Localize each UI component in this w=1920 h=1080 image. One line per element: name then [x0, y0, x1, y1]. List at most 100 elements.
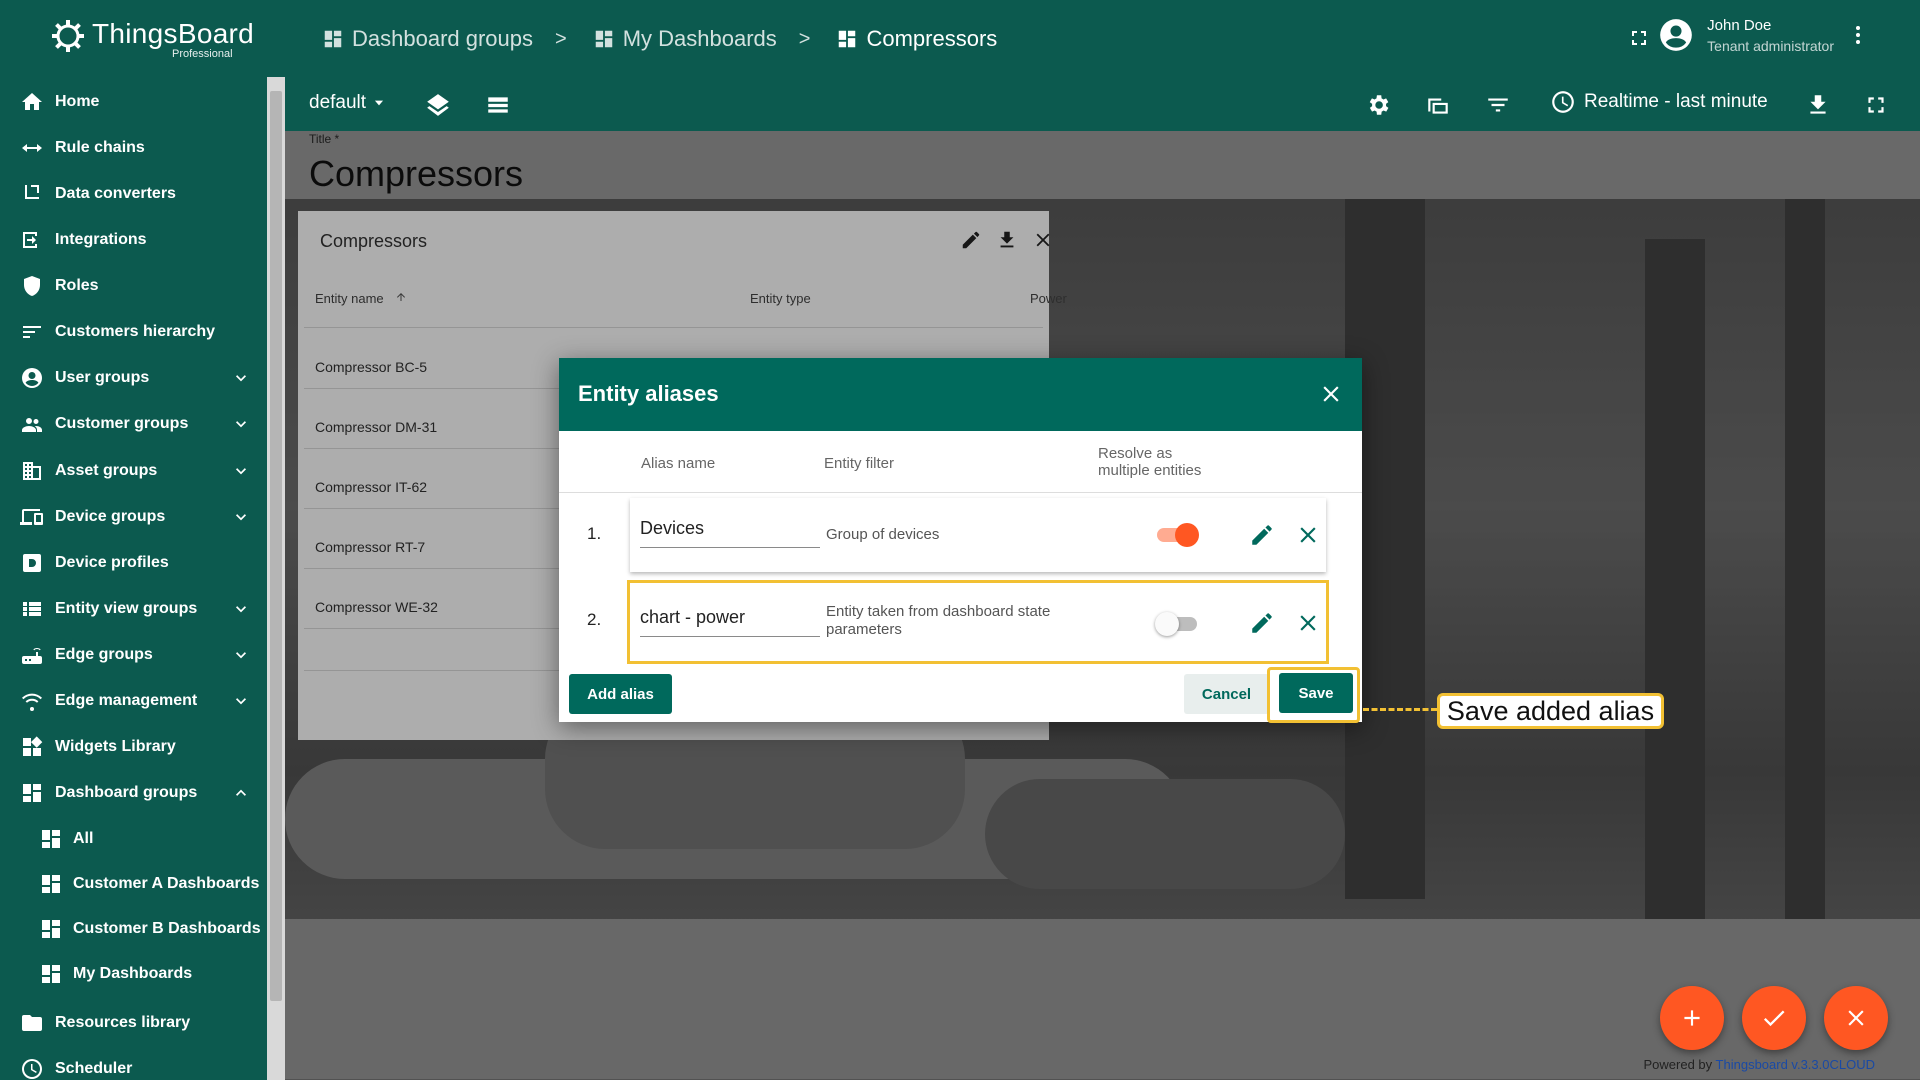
sidebar-item-home[interactable]: Home — [0, 80, 267, 124]
state-label: default — [309, 92, 367, 113]
decline-changes-fab[interactable] — [1824, 986, 1888, 1050]
sidebar-item-device-profiles[interactable]: Device profiles — [0, 541, 267, 585]
chevron-down-icon[interactable] — [231, 507, 251, 527]
state-selector[interactable]: default — [309, 92, 386, 114]
sidebar-item-my-dashboards[interactable]: My Dashboards — [0, 952, 267, 996]
sidebar-item-scheduler[interactable]: Scheduler — [0, 1047, 267, 1080]
device-profile-icon — [23, 554, 41, 572]
logo-subtitle: Professional — [172, 48, 233, 60]
sidebar-item-edge-management[interactable]: Edge management — [0, 679, 267, 723]
add-alias-button[interactable]: Add alias — [569, 674, 672, 714]
breadcrumb-dashboard-groups[interactable]: Dashboard groups — [322, 26, 533, 52]
sidebar-item-customer-a-dashboards[interactable]: Customer A Dashboards — [0, 862, 267, 906]
sidebar-item-resources-library[interactable]: Resources library — [0, 1001, 267, 1045]
logo[interactable]: ThingsBoard Professional — [48, 12, 254, 64]
filter-icon[interactable] — [1485, 92, 1511, 118]
sidebar-item-asset-groups[interactable]: Asset groups — [0, 449, 267, 493]
delete-icon[interactable] — [1295, 610, 1321, 636]
alias-name-input[interactable]: chart - power — [640, 607, 820, 637]
column-header-entity-filter: Entity filter — [824, 455, 895, 472]
chevron-down-icon[interactable] — [231, 414, 251, 434]
breadcrumb-label: Compressors — [866, 26, 998, 51]
widgets-icon — [23, 736, 43, 756]
alias-index: 1. — [587, 524, 602, 543]
delete-icon[interactable] — [1295, 522, 1321, 548]
chevron-down-icon[interactable] — [231, 368, 251, 388]
hierarchy-icon — [23, 326, 41, 338]
sidebar-scrollbar[interactable] — [267, 77, 285, 1080]
timewindow-selector[interactable]: Realtime - last minute — [1550, 89, 1768, 115]
account-circle-icon — [1660, 19, 1692, 51]
sidebar-item-entity-view-groups[interactable]: Entity view groups — [0, 587, 267, 631]
sidebar-item-label: Device groups — [55, 508, 166, 525]
add-widget-fab[interactable] — [1660, 986, 1724, 1050]
integrations-icon — [23, 232, 37, 248]
sidebar-item-label: Roles — [55, 277, 99, 294]
check-icon — [1763, 1010, 1785, 1027]
resolve-multiple-toggle[interactable] — [1157, 523, 1199, 547]
dashboard-icon — [595, 30, 612, 48]
alias-entity-filter[interactable]: Entity taken from dashboard state parame… — [826, 603, 1050, 639]
save-button[interactable]: Save — [1279, 673, 1353, 713]
top-bar: ThingsBoard Professional Dashboard group… — [0, 0, 1920, 77]
fullscreen-icon[interactable] — [1863, 92, 1889, 118]
sidebar-item-label: All — [73, 830, 94, 847]
sidebar-item-widgets-library[interactable]: Widgets Library — [0, 725, 267, 769]
sidebar-item-rule-chains[interactable]: Rule chains — [0, 126, 267, 170]
resolve-multiple-toggle[interactable] — [1155, 612, 1197, 636]
chevron-down-icon[interactable] — [231, 461, 251, 481]
dashboard-icon — [23, 784, 41, 802]
wifi-icon — [22, 693, 42, 711]
edit-icon[interactable] — [1249, 522, 1275, 548]
sidebar-item-user-groups[interactable]: User groups — [0, 356, 267, 400]
sidebar-item-customer-b-dashboards[interactable]: Customer B Dashboards — [0, 907, 267, 951]
settings-icon[interactable] — [1365, 92, 1391, 118]
powered-by-link[interactable]: Thingsboard v.3.3.0CLOUD — [1716, 1057, 1875, 1072]
sidebar-item-dashboard-groups[interactable]: Dashboard groups — [0, 771, 267, 815]
dashboard-icon — [42, 830, 60, 848]
sidebar-item-label: Resources library — [55, 1014, 191, 1031]
fullscreen-icon[interactable] — [1627, 26, 1651, 50]
sidebar-item-all[interactable]: All — [0, 817, 267, 861]
breadcrumb-my-dashboards[interactable]: My Dashboards — [593, 26, 777, 52]
sidebar-item-customers-hierarchy[interactable]: Customers hierarchy — [0, 310, 267, 354]
sidebar-item-data-converters[interactable]: Data converters — [0, 172, 267, 216]
alias-entity-filter[interactable]: Group of devices — [826, 526, 939, 544]
edit-icon[interactable] — [1249, 610, 1275, 636]
scrollbar-thumb[interactable] — [270, 91, 282, 1001]
apply-changes-fab[interactable] — [1742, 986, 1806, 1050]
download-icon[interactable] — [1805, 92, 1831, 118]
alias-name-input[interactable]: Devices — [640, 518, 820, 548]
user-menu[interactable]: John Doe Tenant administrator — [1657, 16, 1870, 54]
layers-icon[interactable] — [425, 92, 451, 118]
sidebar-item-device-groups[interactable]: Device groups — [0, 495, 267, 539]
sidebar-item-customer-groups[interactable]: Customer groups — [0, 402, 267, 446]
sidebar-item-edge-groups[interactable]: Edge groups — [0, 633, 267, 677]
callout-connector — [1363, 708, 1437, 711]
chevron-down-icon[interactable] — [231, 599, 251, 619]
more-vert-icon[interactable] — [1846, 23, 1870, 47]
sidebar: Home Rule chains Data converters Integratio… — [0, 77, 267, 1080]
logo-name: ThingsBoard — [92, 18, 255, 49]
dialog-header: Entity aliases — [559, 358, 1362, 431]
shield-icon — [24, 276, 40, 296]
dashboard-icon — [324, 30, 342, 48]
powered-by: Powered by Thingsboard v.3.3.0CLOUD — [1643, 1057, 1875, 1072]
sidebar-item-roles[interactable]: Roles — [0, 264, 267, 308]
cancel-button[interactable]: Cancel — [1184, 674, 1269, 714]
sidebar-item-label: User groups — [55, 369, 150, 386]
sidebar-item-label: Data converters — [55, 185, 176, 202]
building-icon — [23, 462, 41, 480]
entity-aliases-icon[interactable] — [1425, 92, 1451, 118]
chevron-down-icon[interactable] — [231, 691, 251, 711]
dashboard-icon — [42, 965, 60, 983]
entity-aliases-dialog: Entity aliases Alias name Entity filter … — [559, 358, 1362, 722]
chevron-up-icon[interactable] — [231, 783, 251, 803]
chevron-down-icon[interactable] — [231, 645, 251, 665]
sidebar-item-integrations[interactable]: Integrations — [0, 218, 267, 262]
rule-chains-icon — [22, 144, 42, 152]
sidebar-item-label: Customer A Dashboards — [73, 875, 260, 892]
layout-icon[interactable] — [485, 92, 511, 118]
close-icon[interactable] — [1318, 381, 1344, 407]
sidebar-item-label: Customer groups — [55, 415, 189, 432]
